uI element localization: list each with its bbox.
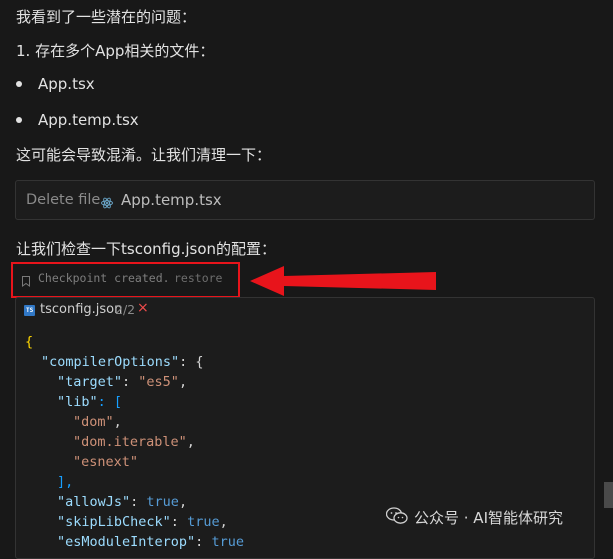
delete-file-card[interactable]: Delete file App.temp.tsx [15, 180, 595, 220]
code-token: : { [179, 354, 204, 370]
deleted-filename[interactable]: App.temp.tsx [121, 191, 222, 209]
message-line-3: 这可能会导致混淆。让我们清理一下： [16, 146, 272, 164]
code-key: "allowJs" [57, 494, 131, 510]
watermark-text: 公众号 · AI智能体研究 [414, 509, 563, 527]
wechat-icon [385, 507, 408, 525]
code-value: true [211, 534, 244, 550]
code-value: true [146, 494, 179, 510]
code-value: "esnext" [73, 454, 139, 470]
code-key: "esModuleInterop" [57, 534, 196, 550]
close-icon[interactable]: × [137, 300, 149, 316]
ts-icon-label: TS [26, 307, 34, 314]
message-line-4: 让我们检查一下tsconfig.json的配置： [16, 240, 277, 258]
code-token: : [ [97, 394, 123, 410]
file-header[interactable]: TS tsconfig.json 2/2 × [16, 298, 594, 322]
code-value: "dom" [73, 414, 114, 430]
code-value: "es5" [138, 374, 179, 390]
version-indicator: 2/2 [115, 302, 136, 317]
react-icon [101, 194, 113, 209]
annotation-highlight-box [11, 262, 240, 298]
delete-file-label: Delete file [26, 192, 101, 208]
code-key: "lib" [57, 394, 98, 410]
code-key: "target" [57, 374, 123, 390]
code-filename[interactable]: tsconfig.json [40, 302, 122, 317]
code-key: "skipLibCheck" [57, 514, 171, 530]
typescript-file-icon: TS [24, 305, 35, 316]
code-token: { [25, 334, 34, 350]
bullet-dot [16, 117, 22, 123]
message-line-1: 我看到了一些潜在的问题： [16, 8, 197, 26]
message-line-2: 1. 存在多个App相关的文件： [16, 42, 215, 60]
bullet-dot [16, 81, 22, 87]
code-value: "dom.iterable" [73, 434, 187, 450]
code-key: "compilerOptions" [41, 354, 180, 370]
list-item: App.temp.tsx [38, 111, 139, 129]
code-token: ], [57, 474, 74, 490]
watermark: 公众号 · AI智能体研究 [385, 505, 606, 529]
list-item: App.tsx [38, 75, 95, 93]
code-value: true [187, 514, 220, 530]
annotation-arrow [250, 266, 436, 296]
